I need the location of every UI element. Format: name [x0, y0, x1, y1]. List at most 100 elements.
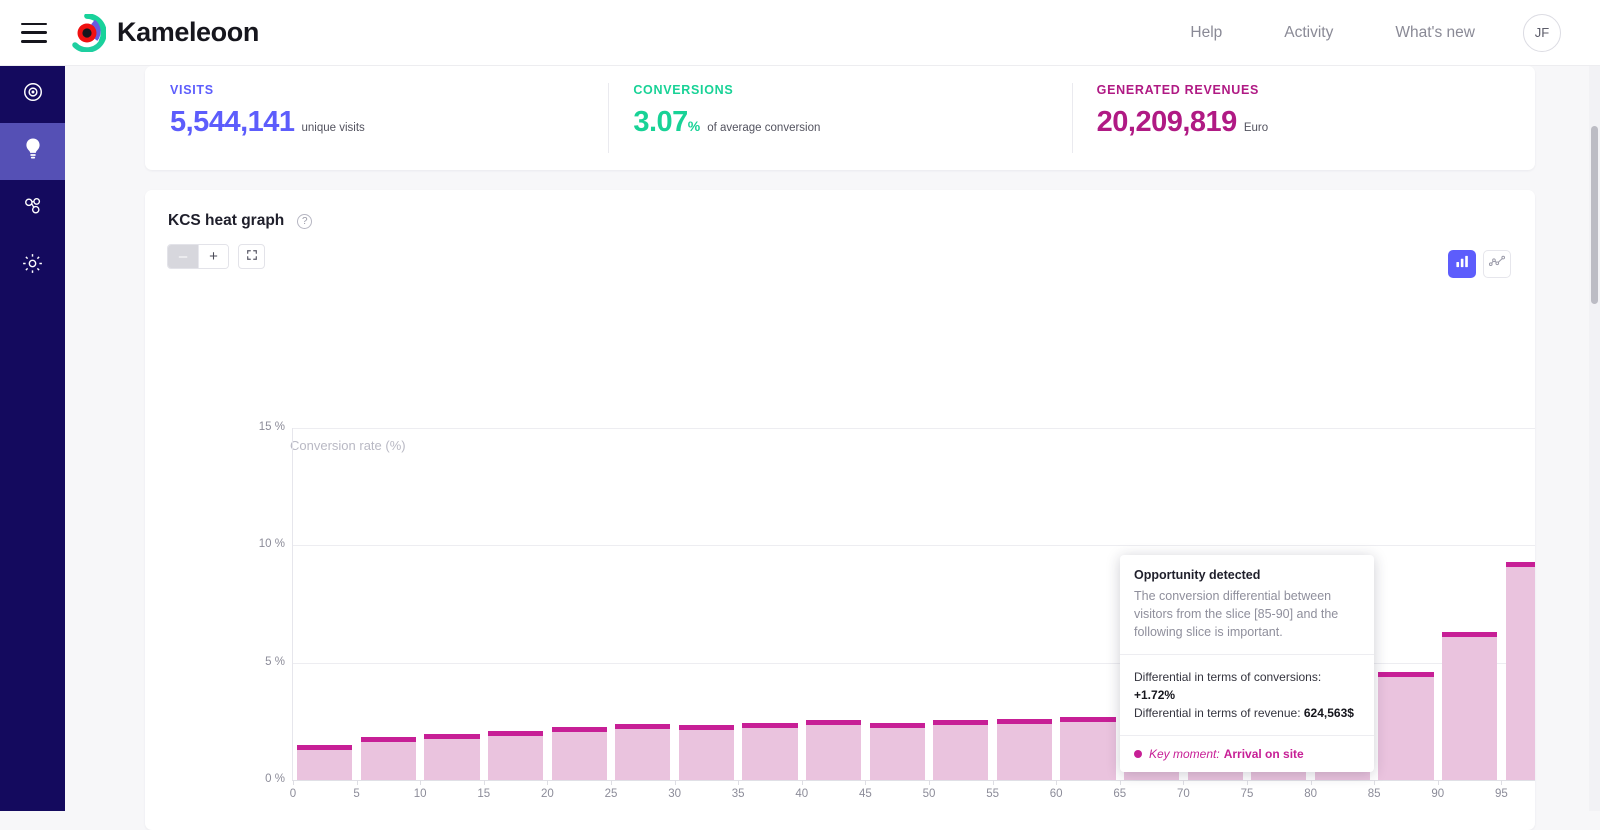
- tooltip-stat-revenue-label: Differential in terms of revenue:: [1134, 706, 1301, 720]
- kpi-visits-label: VISITS: [170, 83, 608, 97]
- chart-bar[interactable]: [615, 724, 670, 780]
- chart-bar[interactable]: [933, 720, 988, 780]
- x-axis-tick-mark: [1120, 780, 1121, 785]
- sidebar-item-settings[interactable]: [0, 237, 65, 294]
- chart-bar[interactable]: [552, 727, 607, 780]
- left-sidebar: [0, 66, 65, 811]
- chart-bar[interactable]: [870, 723, 925, 780]
- chart-bar[interactable]: [297, 745, 352, 780]
- question-mark-icon[interactable]: ?: [297, 214, 312, 229]
- kpi-visits-value: 5,544,141: [170, 106, 295, 139]
- nodes-icon: [22, 195, 44, 222]
- nav-help[interactable]: Help: [1176, 16, 1236, 50]
- x-axis-tick-label: 95: [1495, 788, 1508, 800]
- tooltip-key-moment-section: Key moment: Arrival on site: [1120, 736, 1374, 772]
- chart-bar[interactable]: [1060, 717, 1115, 780]
- tooltip-key-moment-value: Arrival on site: [1224, 747, 1304, 761]
- chart-bar[interactable]: [997, 719, 1052, 780]
- kcs-heat-graph-card: KCS heat graph ? – +: [145, 190, 1535, 830]
- x-axis-tick-mark: [738, 780, 739, 785]
- top-nav: Help Activity What's new JF: [1176, 14, 1600, 52]
- main-content: VISITS 5,544,141 unique visits CONVERSIO…: [65, 66, 1600, 811]
- x-axis-tick-mark: [1438, 780, 1439, 785]
- bar-chart-toggle-button[interactable]: [1448, 250, 1476, 278]
- tooltip-stat-revenue: Differential in terms of revenue: 624,56…: [1134, 704, 1360, 722]
- x-axis-tick-mark: [1056, 780, 1057, 785]
- brand-logo[interactable]: Kameleoon: [68, 14, 259, 52]
- kpi-visits-unit: unique visits: [302, 122, 365, 134]
- x-axis-tick-mark: [802, 780, 803, 785]
- target-icon: [22, 81, 44, 108]
- x-axis-tick-label: 25: [605, 788, 618, 800]
- chart-toolbar: – +: [145, 230, 1535, 269]
- x-axis-tick-mark: [993, 780, 994, 785]
- x-axis-tick-mark: [1247, 780, 1248, 785]
- x-axis-tick-label: 50: [923, 788, 936, 800]
- opportunity-tooltip: Opportunity detected The conversion diff…: [1120, 555, 1374, 772]
- chart-bar[interactable]: [1442, 632, 1497, 780]
- x-axis-tick-label: 5: [353, 788, 359, 800]
- kpi-revenues-unit: Euro: [1244, 122, 1268, 134]
- hamburger-menu-icon[interactable]: [21, 23, 47, 43]
- fullscreen-icon: [246, 248, 258, 266]
- x-axis-tick-label: 10: [414, 788, 427, 800]
- x-axis-tick-label: 0: [290, 788, 296, 800]
- chart-type-toggle: [1448, 250, 1511, 278]
- chart-bar[interactable]: [1378, 672, 1433, 780]
- tooltip-stat-revenue-value: 624,563$: [1304, 706, 1354, 720]
- x-axis-tick-mark: [675, 780, 676, 785]
- user-avatar[interactable]: JF: [1523, 14, 1561, 52]
- line-chart-toggle-button[interactable]: [1483, 250, 1511, 278]
- x-axis-tick-label: 60: [1050, 788, 1063, 800]
- x-axis-tick-mark: [293, 780, 294, 785]
- tooltip-stat-conversions-label: Differential in terms of conversions:: [1134, 670, 1321, 684]
- kpi-revenues-label: GENERATED REVENUES: [1097, 83, 1535, 97]
- top-bar: Kameleoon Help Activity What's new JF: [0, 0, 1600, 66]
- zoom-out-button[interactable]: –: [168, 245, 198, 268]
- nav-whats-new[interactable]: What's new: [1381, 16, 1489, 50]
- x-axis-line: [292, 780, 1535, 781]
- chart-bar[interactable]: [1506, 562, 1535, 780]
- kpi-summary-card: VISITS 5,544,141 unique visits CONVERSIO…: [145, 66, 1535, 170]
- line-chart-icon: [1489, 254, 1505, 274]
- sidebar-item-segments[interactable]: [0, 180, 65, 237]
- kpi-visits: VISITS 5,544,141 unique visits: [145, 83, 608, 153]
- kpi-conversions-unit: of average conversion: [707, 122, 820, 134]
- fullscreen-button[interactable]: [238, 244, 265, 269]
- chart-header: KCS heat graph ?: [145, 190, 1535, 230]
- sidebar-item-insights[interactable]: [0, 123, 65, 180]
- chart-bar[interactable]: [742, 723, 797, 780]
- nav-activity[interactable]: Activity: [1270, 16, 1347, 50]
- x-axis-tick-label: 35: [732, 788, 745, 800]
- x-axis-tick-mark: [1501, 780, 1502, 785]
- scrollbar-thumb[interactable]: [1591, 126, 1598, 304]
- tooltip-title: Opportunity detected: [1134, 568, 1360, 582]
- chart-bar[interactable]: [488, 731, 543, 780]
- kpi-revenues: GENERATED REVENUES 20,209,819 Euro: [1072, 83, 1535, 153]
- page-scrollbar[interactable]: [1589, 66, 1600, 811]
- kpi-conversions-suffix: %: [688, 118, 700, 134]
- x-axis-tick-mark: [611, 780, 612, 785]
- x-axis-tick-mark: [547, 780, 548, 785]
- tooltip-key-moment: Key moment: Arrival on site: [1134, 747, 1360, 761]
- x-axis-tick-label: 90: [1431, 788, 1444, 800]
- x-axis-tick-mark: [1183, 780, 1184, 785]
- x-axis-tick-label: 45: [859, 788, 872, 800]
- chart-bar[interactable]: [424, 734, 479, 780]
- kpi-revenues-value: 20,209,819: [1097, 106, 1237, 139]
- x-axis-tick-label: 20: [541, 788, 554, 800]
- tooltip-stats-section: Differential in terms of conversions: +1…: [1120, 655, 1374, 735]
- chart-title: KCS heat graph: [168, 212, 284, 230]
- zoom-in-button[interactable]: +: [198, 245, 228, 268]
- x-axis-tick-label: 55: [986, 788, 999, 800]
- x-axis-tick-mark: [1374, 780, 1375, 785]
- chart-bar[interactable]: [679, 725, 734, 780]
- chart-bar[interactable]: [361, 737, 416, 780]
- x-axis-tick-mark: [1311, 780, 1312, 785]
- kpi-conversions-value: 3.07: [633, 106, 687, 139]
- chart-bar[interactable]: [806, 720, 861, 780]
- tooltip-stat-conversions: Differential in terms of conversions: +1…: [1134, 668, 1360, 704]
- sidebar-item-dashboard[interactable]: [0, 66, 65, 123]
- brand-name: Kameleoon: [117, 17, 259, 48]
- tooltip-main-section: Opportunity detected The conversion diff…: [1120, 555, 1374, 654]
